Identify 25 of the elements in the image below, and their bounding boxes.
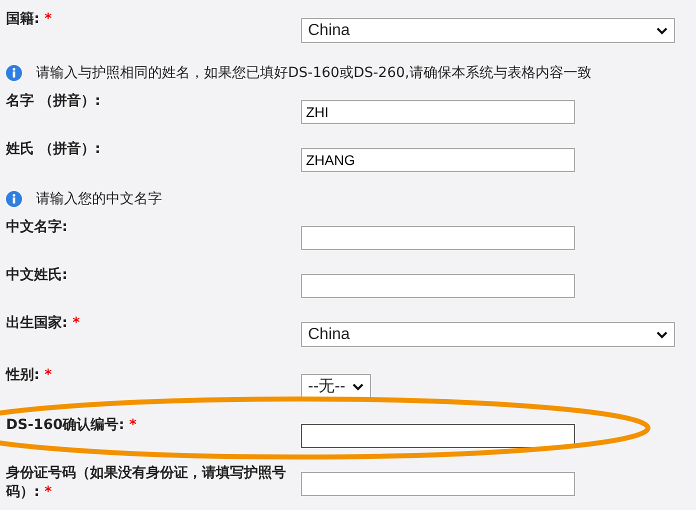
field-label: DS-160确认编号: * — [6, 416, 138, 435]
text-field[interactable]: ZHANG — [301, 148, 575, 172]
field-label: 出生国家: * — [6, 314, 81, 333]
field-label: 名字 （拼音）: — [6, 92, 102, 111]
caret-icon — [352, 382, 364, 390]
caret-icon — [656, 330, 668, 338]
dropdown[interactable]: China — [301, 18, 675, 43]
caret-icon — [656, 26, 668, 34]
field-label: 身份证号码（如果没有身份证，请填写护照号码）: * — [6, 464, 287, 502]
info-text: 请输入您的中文名字 — [36, 190, 162, 208]
text-field[interactable] — [301, 274, 575, 298]
dropdown[interactable]: China — [301, 322, 675, 347]
text-field[interactable] — [301, 472, 575, 496]
info-text: 请输入与护照相同的姓名，如果您已填好DS-160或DS-260,请确保本系统与表格内容一致 — [36, 64, 592, 82]
text-field[interactable] — [301, 424, 575, 448]
field-label: 国籍: * — [6, 10, 53, 29]
info-icon — [6, 65, 22, 81]
field-label: 性别: * — [6, 366, 53, 385]
text-field[interactable]: ZHI — [301, 100, 575, 124]
dropdown[interactable]: --无-- — [301, 374, 371, 399]
info-icon — [6, 191, 22, 207]
field-label: 姓氏 （拼音）: — [6, 140, 102, 159]
field-label: 中文姓氏: — [6, 266, 69, 285]
field-label: 中文名字: — [6, 218, 69, 237]
text-field[interactable] — [301, 226, 575, 250]
